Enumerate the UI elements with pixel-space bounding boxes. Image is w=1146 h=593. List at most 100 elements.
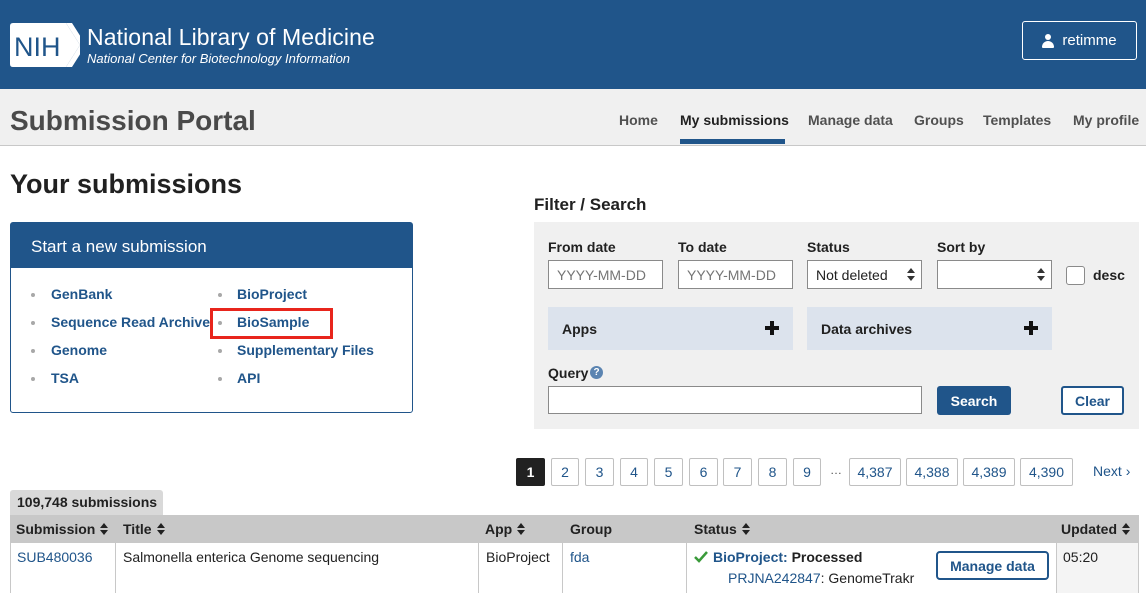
query-label: Query	[548, 365, 589, 381]
nav-groups[interactable]: Groups	[914, 112, 964, 128]
sort-by-select[interactable]	[937, 260, 1052, 289]
chevron-right-icon: ›	[1125, 463, 1131, 479]
org-title: National Library of Medicine	[87, 24, 375, 50]
column-divider	[686, 515, 687, 593]
sort-icon	[156, 523, 166, 535]
manage-data-button[interactable]: Manage data	[936, 551, 1049, 580]
nav-templates[interactable]: Templates	[983, 112, 1051, 128]
nih-logo[interactable]: NIH	[10, 23, 80, 67]
column-divider	[1138, 515, 1139, 593]
pagination-ellipsis: …	[830, 463, 842, 477]
nav-my-profile[interactable]: My profile	[1073, 112, 1139, 128]
submission-group-link[interactable]: fda	[570, 549, 589, 565]
plus-icon	[1024, 321, 1038, 335]
sort-by-label: Sort by	[937, 239, 986, 255]
page-button-2[interactable]: 2	[551, 458, 579, 486]
bullet	[31, 349, 35, 353]
bullet	[218, 377, 222, 381]
next-label: Next	[1093, 463, 1122, 479]
col-status[interactable]: Status	[694, 521, 751, 537]
bullet	[31, 321, 35, 325]
from-date-label: From date	[548, 239, 616, 255]
portal-nav: Home My submissions Manage data Groups T…	[0, 89, 1146, 146]
page-button-1[interactable]: 1	[516, 458, 545, 486]
nav-manage-data[interactable]: Manage data	[808, 112, 893, 128]
start-submission-title: Start a new submission	[11, 223, 412, 268]
bullet	[218, 349, 222, 353]
nav-my-submissions[interactable]: My submissions	[680, 112, 789, 128]
status-select-value: Not deleted	[816, 267, 888, 283]
submission-updated: 05:20	[1063, 549, 1099, 565]
page-button-6[interactable]: 6	[689, 458, 718, 486]
link-sra[interactable]: Sequence Read Archive	[51, 314, 210, 330]
data-archives-accordion[interactable]: Data archives	[807, 307, 1052, 350]
link-api[interactable]: API	[237, 370, 260, 386]
data-archives-label: Data archives	[821, 321, 913, 337]
sort-icon	[517, 523, 526, 535]
plus-icon	[765, 321, 779, 335]
submission-id-link[interactable]: SUB480036	[17, 549, 93, 565]
page-button-8[interactable]: 8	[758, 458, 787, 486]
next-page-link[interactable]: Next ›	[1093, 463, 1130, 479]
sort-icon	[741, 523, 751, 535]
filter-title: Filter / Search	[534, 195, 647, 214]
bullet	[31, 377, 35, 381]
biosample-highlight-box	[210, 308, 333, 339]
query-input[interactable]	[548, 386, 922, 414]
nih-logo-text: NIH	[14, 32, 61, 62]
sort-icon	[1122, 523, 1131, 535]
select-arrows-icon	[907, 268, 915, 282]
user-name: retimme	[1062, 32, 1117, 49]
select-arrows-icon	[1037, 268, 1045, 282]
link-bioproject[interactable]: BioProject	[237, 286, 307, 302]
page-button-4388[interactable]: 4,388	[906, 458, 958, 486]
column-divider	[478, 515, 479, 593]
desc-label: desc	[1093, 267, 1125, 283]
page-button-4390[interactable]: 4,390	[1020, 458, 1073, 486]
col-updated[interactable]: Updated	[1061, 521, 1131, 537]
page-button-9[interactable]: 9	[793, 458, 821, 486]
clear-button[interactable]: Clear	[1061, 386, 1124, 415]
search-button[interactable]: Search	[937, 386, 1011, 415]
status-label: Status	[807, 239, 850, 255]
column-divider	[1056, 515, 1057, 593]
user-menu-button[interactable]: retimme	[1022, 21, 1137, 60]
link-genbank[interactable]: GenBank	[51, 286, 112, 302]
status-select[interactable]: Not deleted	[807, 260, 922, 289]
column-divider	[115, 515, 116, 593]
col-title[interactable]: Title	[123, 521, 166, 537]
org-subtitle: National Center for Biotechnology Inform…	[87, 51, 351, 66]
apps-accordion[interactable]: Apps	[548, 307, 793, 350]
table-header: Submission Title App Group Status Update…	[10, 515, 1139, 543]
column-divider	[562, 515, 563, 593]
page-button-7[interactable]: 7	[723, 458, 752, 486]
page-title: Your submissions	[10, 169, 243, 199]
page-button-4[interactable]: 4	[620, 458, 648, 486]
link-supplementary-files[interactable]: Supplementary Files	[237, 342, 374, 358]
link-genome[interactable]: Genome	[51, 342, 107, 358]
accession-line: PRJNA242847: GenomeTrakr	[728, 570, 914, 586]
sort-icon	[100, 523, 109, 535]
desc-checkbox[interactable]	[1066, 266, 1085, 285]
submission-app: BioProject	[486, 549, 550, 565]
col-group: Group	[570, 521, 612, 537]
page-button-4389[interactable]: 4,389	[963, 458, 1015, 486]
nav-home[interactable]: Home	[619, 112, 658, 128]
accession-link[interactable]: PRJNA242847	[728, 570, 821, 586]
bullet	[218, 293, 222, 297]
submission-title: Salmonella enterica Genome sequencing	[123, 549, 380, 565]
check-icon	[694, 551, 708, 563]
page-button-4387[interactable]: 4,387	[849, 458, 901, 486]
to-date-label: To date	[678, 239, 727, 255]
link-tsa[interactable]: TSA	[51, 370, 79, 386]
col-submission[interactable]: Submission	[16, 521, 109, 537]
from-date-input[interactable]	[548, 260, 663, 289]
page-button-3[interactable]: 3	[585, 458, 614, 486]
col-app[interactable]: App	[485, 521, 526, 537]
nih-header: NIH National Library of Medicine Nationa…	[0, 0, 1146, 89]
page-button-5[interactable]: 5	[654, 458, 683, 486]
to-date-input[interactable]	[678, 260, 793, 289]
help-icon[interactable]: ?	[590, 366, 603, 379]
user-icon	[1042, 33, 1055, 48]
status-app: BioProject:	[713, 549, 788, 565]
